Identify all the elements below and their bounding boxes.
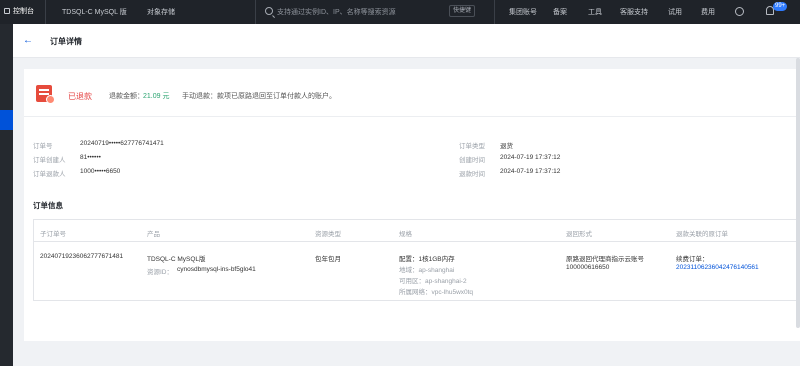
sub-order-id: 20240719236062777671481: [40, 253, 124, 260]
back-arrow-icon[interactable]: ←: [23, 36, 33, 46]
nav-divider: [45, 0, 46, 24]
order-creator-value: 81••••••: [80, 154, 101, 161]
refund-time-label: 退款时间: [459, 171, 485, 178]
col-header-sub-order: 子订单号: [40, 231, 66, 238]
page-scrollbar[interactable]: [796, 58, 800, 328]
nav-tab-tdsql[interactable]: TDSQL-C MySQL 版: [62, 7, 127, 17]
global-search-input[interactable]: 支持通过实例ID、IP、名称等搜索资源: [277, 7, 396, 17]
original-order-link[interactable]: 20231106236042476140561: [676, 264, 759, 271]
refund-note: 手动退款：款项已原路退回至订单付款人的账户。: [182, 93, 336, 100]
top-navigation-bar: 控制台 TDSQL-C MySQL 版 对象存储 支持通过实例ID、IP、名称等…: [0, 0, 800, 24]
console-logo[interactable]: 控制台: [4, 6, 34, 16]
nav-divider: [255, 0, 256, 24]
original-order-label: 续费订单：: [676, 256, 709, 263]
refund-amount-label: 退款金额：: [109, 93, 144, 100]
create-time-label: 创建时间: [459, 157, 485, 164]
spec-region: 地域：ap-shanghai: [399, 267, 455, 274]
sub-order-table: 子订单号 产品 资源类型 规格 退回形式 退款关联的原订单 2024071923…: [33, 219, 800, 301]
search-icon[interactable]: [265, 7, 273, 15]
order-detail-card: 已退款 退款金额： 21.09 元 手动退款：款项已原路退回至订单付款人的账户。…: [24, 69, 800, 341]
refund-status-label: 已退款: [68, 92, 92, 101]
page-title: 订单详情: [50, 37, 82, 46]
spec-zone: 可用区：ap-shanghai-2: [399, 278, 467, 285]
col-header-spec: 规格: [399, 231, 412, 238]
col-header-product: 产品: [147, 231, 160, 238]
col-header-refund-form: 退回形式: [566, 231, 592, 238]
nav-link-icp[interactable]: 备案: [553, 7, 567, 17]
resource-id-value[interactable]: cynosdbmysql-ins-bf5glo41: [177, 266, 256, 273]
order-type-value: 退货: [500, 143, 513, 150]
refund-document-icon: [36, 85, 55, 104]
refund-status-banner: 已退款 退款金额： 21.09 元 手动退款：款项已原路退回至订单付款人的账户。: [24, 69, 800, 117]
console-label: 控制台: [13, 8, 34, 15]
spec-network: 所属网络：vpc-lhu5wx0tq: [399, 289, 474, 296]
nav-link-group-account[interactable]: 集团账号: [509, 7, 537, 17]
nav-link-support[interactable]: 客服支持: [620, 7, 648, 17]
nav-link-trial[interactable]: 试用: [668, 7, 682, 17]
shortcut-key-badge[interactable]: 快捷键: [449, 5, 476, 17]
nav-link-tools[interactable]: 工具: [588, 7, 602, 17]
order-id-value: 20240719•••••627776741471: [80, 140, 164, 147]
order-refunder-label: 订单退款人: [33, 171, 66, 178]
spec-config: 配置：1核1GB内存: [399, 256, 455, 263]
sidebar-active-item[interactable]: [0, 110, 13, 130]
page-header: ← 订单详情: [13, 24, 800, 58]
help-icon[interactable]: [735, 7, 744, 16]
refund-account-value: 100000616650: [566, 264, 610, 271]
product-name: TDSQL-C MySQL版: [147, 256, 206, 263]
refund-time-value: 2024-07-19 17:37:12: [500, 168, 561, 175]
logo-icon: [4, 8, 10, 14]
order-creator-label: 订单创建人: [33, 157, 66, 164]
order-info-section-title: 订单信息: [33, 201, 63, 210]
order-id-label: 订单号: [33, 143, 53, 150]
order-type-label: 订单类型: [459, 143, 485, 150]
refund-form-value: 原路退回代理商指示云账号: [566, 256, 644, 263]
nav-link-billing[interactable]: 费用: [701, 7, 715, 17]
col-header-original-order: 退款关联的原订单: [676, 231, 728, 238]
nav-divider: [494, 0, 495, 24]
notification-badge: 99+: [773, 2, 788, 11]
col-header-resource-type: 资源类型: [315, 231, 341, 238]
table-header-row: 子订单号 产品 资源类型 规格 退回形式 退款关联的原订单: [34, 220, 800, 242]
refund-amount-value: 21.09 元: [143, 93, 170, 100]
left-sidebar: [0, 24, 13, 366]
resource-id-label: 资源ID：: [147, 269, 173, 276]
order-refunder-value: 1000•••••6650: [80, 168, 121, 175]
create-time-value: 2024-07-19 17:37:12: [500, 154, 561, 161]
nav-tab-cos[interactable]: 对象存储: [147, 7, 175, 17]
resource-type-value: 包年包月: [315, 256, 341, 263]
